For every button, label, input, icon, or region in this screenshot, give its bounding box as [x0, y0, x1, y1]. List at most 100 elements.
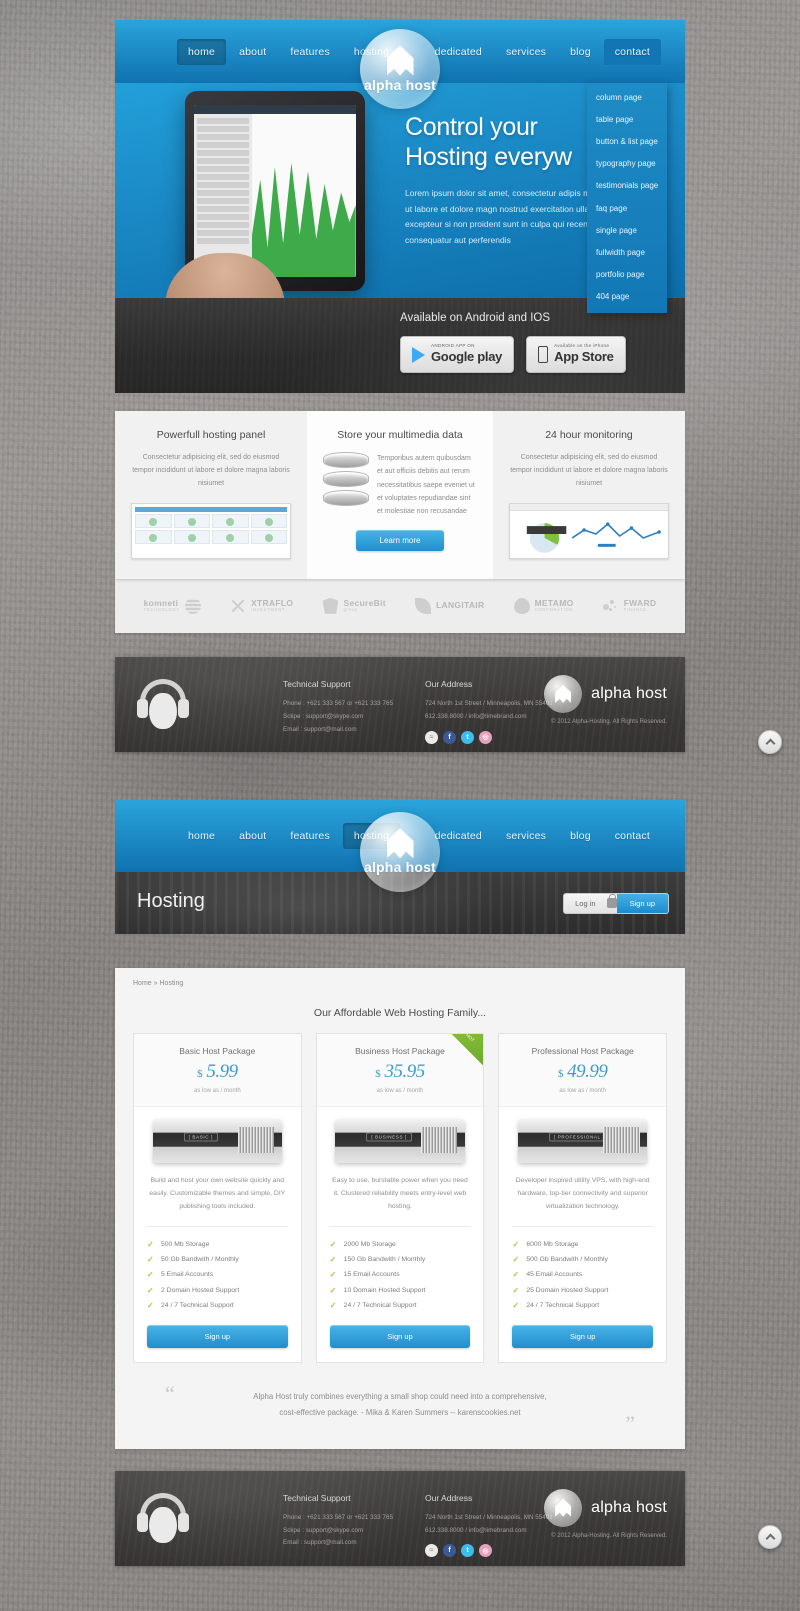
- nav-item-about[interactable]: about: [228, 39, 277, 65]
- partner-sub-3: group: [343, 607, 358, 613]
- store-button-row: ANDROID APP ON Google play Available on …: [400, 336, 626, 373]
- plan-price-business: $ 35.95: [317, 1061, 484, 1083]
- contact-dropdown-menu[interactable]: column page table page button & list pag…: [587, 83, 667, 313]
- footer-brand-name: alpha host: [591, 684, 667, 702]
- plan-card-professional: Professional Host Package $ 49.99 as low…: [498, 1032, 668, 1364]
- partner-securebit[interactable]: SecureBit group: [322, 597, 386, 614]
- hosting-logo-badge[interactable]: alpha host: [360, 811, 440, 892]
- dropdown-item-column-page[interactable]: column page: [587, 86, 667, 108]
- plan-lowas-basic: as low as / month: [193, 1087, 241, 1094]
- nav-item-contact[interactable]: contact: [603, 38, 661, 65]
- plan-features-professional: 6000 Mb Storage 500 Gb Bandwith / Monthl…: [512, 1237, 653, 1314]
- nav2-item-about[interactable]: about: [228, 823, 277, 849]
- scroll-to-top-button[interactable]: [758, 730, 782, 754]
- partner-fward[interactable]: FWARD FINANCE: [602, 598, 657, 614]
- footer-logo-icon: [544, 674, 583, 713]
- nav-item-features[interactable]: features: [279, 39, 341, 65]
- partner-sub-1: TECHNOLOGY: [143, 607, 180, 613]
- page-title: Hosting: [137, 889, 205, 912]
- partner-metamo[interactable]: METAMO CORPORATION: [513, 597, 574, 614]
- tablet-app-header: [194, 105, 356, 114]
- plan-name-business: Business Host Package: [355, 1045, 445, 1056]
- signup-button-business[interactable]: Sign up: [329, 1325, 471, 1349]
- facebook-icon-2[interactable]: f: [443, 1544, 456, 1558]
- site-logo-badge[interactable]: alpha host: [360, 29, 440, 109]
- partner-komneti[interactable]: komneti TECHNOLOGY: [144, 597, 201, 614]
- thumb-topbar: [135, 506, 287, 512]
- plan-head-basic: Basic Host Package $ 5.99 as low as / mo…: [134, 1033, 301, 1107]
- footer-support-phone: Phone : +621 333 567 or +621 333 765: [283, 699, 393, 707]
- nav2-item-home[interactable]: home: [177, 823, 226, 849]
- dribbble-icon[interactable]: ◎: [479, 730, 492, 744]
- partner-xtraflo[interactable]: XTRAFLO INVESTMENT: [230, 598, 293, 614]
- feature-column-multimedia: Store your multimedia data Temporibus au…: [307, 411, 493, 579]
- dropdown-item-portfolio-page[interactable]: portfolio page: [587, 264, 667, 286]
- signup-button-professional[interactable]: Sign up: [512, 1325, 654, 1349]
- dropdown-item-typography-page[interactable]: typography page: [587, 153, 667, 175]
- plan-amount-basic: 5.99: [206, 1060, 238, 1082]
- feature-body-1: Consectetur adipisicing elit, sed do eiu…: [132, 454, 290, 487]
- analytics-chart-illustration: [526, 522, 661, 553]
- nav2-item-features[interactable]: features: [279, 823, 341, 849]
- testimonial-text: Alpha Host truly combines everything a s…: [155, 1389, 645, 1420]
- plan-feature-item: 50 Gb Bandwith / Monthly: [147, 1252, 288, 1267]
- server-vents-business: [420, 1126, 457, 1154]
- dropdown-item-button-list-page[interactable]: button & list page: [587, 130, 667, 152]
- breadcrumb-home[interactable]: Home: [133, 980, 152, 987]
- plan-feature-item: 45 Email Accounts: [512, 1267, 653, 1282]
- app-store-button[interactable]: Available on the iPhone App Store: [526, 336, 626, 373]
- thumb-icon-grid: [135, 513, 287, 544]
- nav2-item-services[interactable]: services: [495, 823, 557, 849]
- footer-brand[interactable]: alpha host: [544, 674, 667, 713]
- lock-icon: [606, 894, 617, 909]
- dropdown-item-single-page[interactable]: single page: [587, 219, 667, 241]
- app-download-content: Available on Android and IOS ANDROID APP…: [400, 312, 626, 373]
- testimonial-block: “ Alpha Host truly combines everything a…: [155, 1381, 645, 1435]
- dropdown-item-fullwidth-page[interactable]: fullwidth page: [587, 241, 667, 263]
- plan-name-basic: Basic Host Package: [179, 1045, 256, 1056]
- signup-button-header[interactable]: Sign up: [616, 893, 668, 913]
- nav-item-home[interactable]: home: [177, 38, 227, 65]
- dropdown-item-faq-page[interactable]: faq page: [587, 197, 667, 219]
- feature-column-monitoring: 24 hour monitoring Consectetur adipisici…: [493, 411, 685, 579]
- twitter-icon-2[interactable]: t: [461, 1544, 474, 1558]
- nav2-item-contact[interactable]: contact: [604, 823, 661, 849]
- signup-button-basic[interactable]: Sign up: [147, 1325, 288, 1349]
- dropdown-item-table-page[interactable]: table page: [587, 108, 667, 130]
- plan-features-business: 2000 Mb Storage 150 Gb Bandwith / Monthl…: [330, 1237, 471, 1314]
- plan-card-business: HOT Business Host Package $ 35.95 as low…: [315, 1032, 485, 1364]
- footer2-address-phone-email: 612.338.8000 / info@limebrand.com: [425, 1526, 527, 1534]
- partner-name-1: komneti TECHNOLOGY: [144, 599, 180, 612]
- google-play-big-label: Google play: [431, 349, 503, 364]
- server-image-basic: [ BASIC ]: [152, 1118, 283, 1163]
- features-section: Powerfull hosting panel Consectetur adip…: [115, 411, 685, 579]
- footer-social-links: ≈ f t ◎: [425, 730, 553, 744]
- footer-bottom: Technical Support Phone : +621 333 567 o…: [115, 1470, 685, 1566]
- login-button[interactable]: Log in: [564, 894, 606, 913]
- footer-support-heading: Technical Support: [283, 678, 351, 689]
- dropdown-item-testimonials-page[interactable]: testimonials page: [587, 175, 667, 197]
- plan-features-basic: 500 Mb Storage 50 Gb Bandwith / Monthly …: [147, 1237, 288, 1314]
- partner-langitair[interactable]: LANGITAIR: [415, 597, 484, 614]
- flame-icon: [513, 597, 530, 614]
- nav-item-services[interactable]: services: [495, 39, 557, 65]
- dropdown-item-404-page[interactable]: 404 page: [587, 286, 667, 308]
- scroll-to-top-button-2[interactable]: [758, 1525, 782, 1549]
- plan-feature-item: 24 / 7 Technical Support: [147, 1298, 288, 1313]
- twitter-icon[interactable]: t: [461, 730, 474, 744]
- facebook-icon[interactable]: f: [443, 730, 456, 744]
- google-play-button[interactable]: ANDROID APP ON Google play: [400, 336, 515, 373]
- nav2-item-blog[interactable]: blog: [559, 823, 602, 849]
- app-download-title: Available on Android and IOS: [400, 312, 551, 324]
- plan-body-professional: [ PROFESSIONAL ] Developer inspired util…: [499, 1107, 666, 1363]
- server-image-business: [ BUSINESS ]: [335, 1118, 465, 1163]
- rss-icon[interactable]: ≈: [425, 730, 438, 744]
- footer2-brand[interactable]: alpha host: [544, 1488, 667, 1527]
- nav-item-blog[interactable]: blog: [559, 39, 602, 65]
- learn-more-button[interactable]: Learn more: [356, 530, 444, 552]
- plan-body-basic: [ BASIC ] Build and host your own websit…: [134, 1107, 301, 1363]
- footer-copyright: © 2012 Alpha-Hosting. All Rights Reserve…: [551, 718, 667, 725]
- dribbble-icon-2[interactable]: ◎: [479, 1544, 492, 1558]
- plan-feature-item: 6000 Mb Storage: [512, 1237, 653, 1252]
- rss-icon-2[interactable]: ≈: [425, 1544, 438, 1558]
